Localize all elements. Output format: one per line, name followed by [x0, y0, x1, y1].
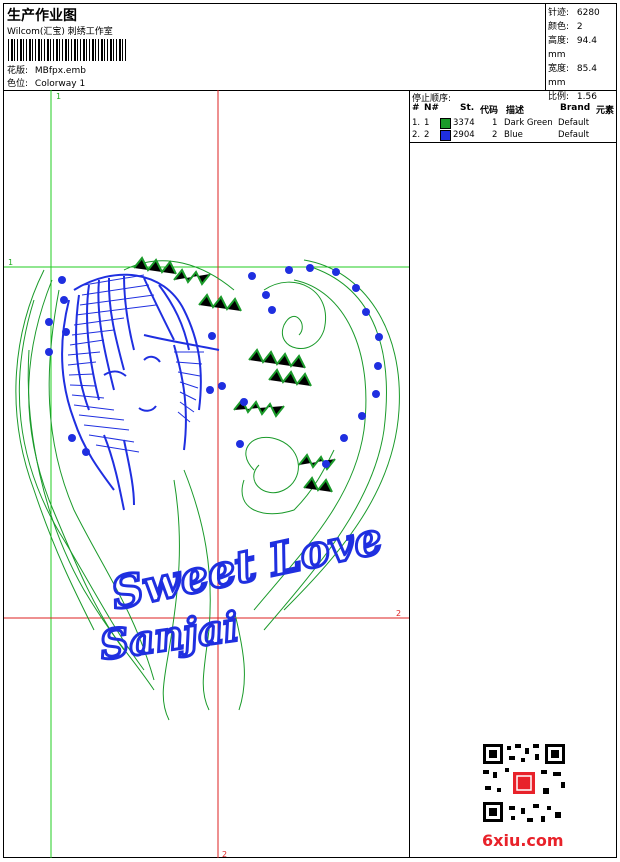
- guide-label-v2: 2: [222, 850, 227, 858]
- production-sheet: 生产作业图 Wilcom(汇宝) 刺绣工作室 花版: MBfpx.emb 色位:…: [3, 3, 617, 859]
- col-element: 元素: [596, 106, 615, 116]
- color-swatch-blue: [440, 130, 451, 141]
- barcode: [8, 39, 126, 61]
- guide-label-v1: 1: [56, 92, 61, 101]
- colorway-row: 色位: Colorway 1: [7, 76, 85, 89]
- blue-hair-hatching: [67, 274, 204, 453]
- design-file-label: 花版:: [7, 66, 29, 76]
- col-stitches: St.: [460, 103, 475, 113]
- col-index: #: [412, 103, 420, 113]
- colorway-value: Colorway 1: [34, 79, 86, 89]
- colorway-label: 色位:: [7, 79, 29, 89]
- col-code: 代码: [480, 106, 499, 116]
- guide-label-h2: 2: [396, 609, 401, 618]
- stat-colors: 颜色: 2: [548, 22, 583, 32]
- header-info: 生产作业图 Wilcom(汇宝) 刺绣工作室 花版: MBfpx.emb 色位:…: [4, 4, 546, 90]
- stat-stitches: 针迹: 6280: [548, 8, 600, 18]
- col-needle: N#: [424, 103, 440, 113]
- blue-stars: [45, 264, 383, 468]
- col-brand: Brand: [560, 103, 591, 113]
- qr-code: [481, 742, 567, 824]
- blue-figure: [61, 273, 220, 511]
- stop-sequence-table: 停止顺序: # N# St. 代码 描述 Brand 元素 1. 1 3374 …: [410, 90, 617, 143]
- design-file-row: 花版: MBfpx.emb: [7, 63, 86, 76]
- col-description: 描述: [506, 106, 525, 116]
- company-name: Wilcom(汇宝) 刺绣工作室: [7, 27, 113, 37]
- page-title: 生产作业图: [7, 8, 77, 24]
- stat-height: 高度: 94.4 mm: [548, 36, 597, 60]
- design-file-value: MBfpx.emb: [34, 66, 86, 76]
- header: 生产作业图 Wilcom(汇宝) 刺绣工作室 花版: MBfpx.emb 色位:…: [4, 4, 616, 102]
- embroidery-preview: 1 1 2 2 Sweet Love Sanjai: [4, 90, 409, 859]
- design-canvas: 1 1 2 2 Sweet Love Sanjai: [4, 90, 409, 859]
- svg-text:Sweet Love: Sweet Love: [107, 513, 387, 620]
- site-watermark: 6xiu.com: [482, 831, 564, 850]
- stat-width: 宽度: 85.4 mm: [548, 64, 597, 88]
- color-swatch-green: [440, 118, 451, 129]
- guide-label-h1: 1: [8, 258, 13, 267]
